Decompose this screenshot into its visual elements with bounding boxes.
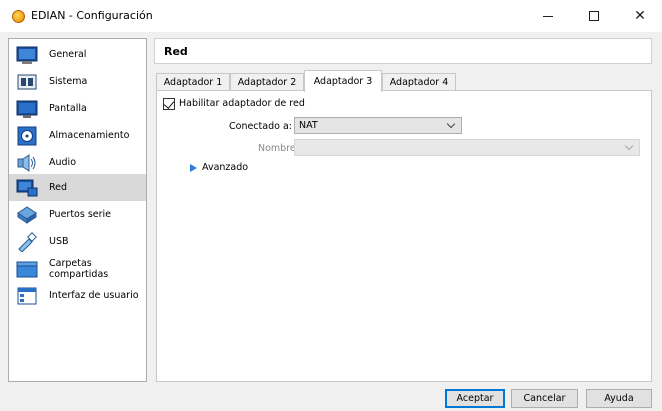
sidebar-item-label: Sistema (49, 76, 88, 87)
tab-adaptador-1[interactable]: Adaptador 1 (156, 73, 230, 91)
usb-icon (18, 231, 37, 252)
sidebar-item-almacenamiento[interactable]: Almacenamiento (9, 122, 146, 149)
sidebar-item-label: USB (49, 236, 69, 247)
title-bar: EDIAN - Configuración ✕ (0, 0, 662, 32)
shared-folders-icon (16, 261, 38, 277)
general-icon (16, 46, 38, 64)
sidebar-item-puertos-serie[interactable]: Puertos serie (9, 201, 146, 228)
advanced-toggle[interactable]: Avanzado (202, 162, 248, 173)
tab-adaptador-2[interactable]: Adaptador 2 (230, 73, 304, 91)
settings-sidebar: General Sistema Pantalla Almacenamiento (8, 38, 147, 382)
minimize-icon (543, 15, 553, 17)
storage-icon (17, 126, 37, 145)
section-header: Red (154, 38, 652, 64)
maximize-icon (589, 11, 599, 21)
tab-adaptador-3[interactable]: Adaptador 3 (304, 70, 382, 92)
chevron-down-icon (446, 119, 456, 129)
close-icon: ✕ (634, 8, 646, 24)
sidebar-item-label: Interfaz de usuario (49, 290, 139, 301)
checkmark-icon (163, 98, 175, 109)
window-title: EDIAN - Configuración (31, 9, 153, 22)
tab-adaptador-4[interactable]: Adaptador 4 (382, 73, 456, 91)
sidebar-item-label: Carpetas compartidas (49, 257, 109, 280)
sidebar-item-interfaz-de-usuario[interactable]: Interfaz de usuario (9, 282, 146, 309)
enable-adapter-label[interactable]: Habilitar adaptador de red (179, 98, 305, 109)
close-button[interactable]: ✕ (620, 0, 660, 32)
help-button[interactable]: Ayuda (586, 389, 652, 408)
sidebar-item-usb[interactable]: USB (9, 228, 146, 255)
sidebar-item-label: Pantalla (49, 103, 87, 114)
maximize-button[interactable] (574, 0, 614, 32)
accept-button[interactable]: Aceptar (445, 389, 505, 408)
sidebar-item-label: Audio (49, 157, 77, 168)
sidebar-item-sistema[interactable]: Sistema (9, 68, 146, 95)
sidebar-item-label: Almacenamiento (49, 130, 130, 141)
sidebar-item-label: General (49, 49, 87, 60)
user-interface-icon (17, 287, 37, 304)
expand-arrow-icon[interactable] (190, 164, 197, 172)
serial-ports-icon (17, 205, 37, 224)
audio-icon (17, 153, 36, 172)
sidebar-item-pantalla[interactable]: Pantalla (9, 95, 146, 122)
network-icon (16, 179, 38, 196)
enable-adapter-checkbox[interactable] (163, 98, 175, 110)
sidebar-item-general[interactable]: General (9, 41, 146, 68)
chevron-down-icon (624, 141, 634, 151)
connected-to-value: NAT (299, 120, 318, 131)
sidebar-item-label: Puertos serie (49, 209, 112, 220)
display-icon (16, 100, 38, 118)
sidebar-item-audio[interactable]: Audio (9, 149, 146, 176)
connected-to-label: Conectado a: (229, 121, 292, 132)
connected-to-select[interactable]: NAT (294, 117, 462, 134)
minimize-button[interactable] (528, 0, 568, 32)
app-icon (12, 10, 25, 23)
cancel-button[interactable]: Cancelar (511, 389, 578, 408)
sidebar-item-red[interactable]: Red (9, 174, 146, 201)
sidebar-item-carpetas-compartidas[interactable]: Carpetas compartidas (9, 255, 146, 282)
name-label: Nombre: (258, 143, 299, 154)
page-title: Red (164, 45, 188, 58)
sidebar-item-label: Red (49, 182, 68, 193)
system-icon (17, 74, 37, 89)
name-select[interactable] (294, 139, 640, 156)
